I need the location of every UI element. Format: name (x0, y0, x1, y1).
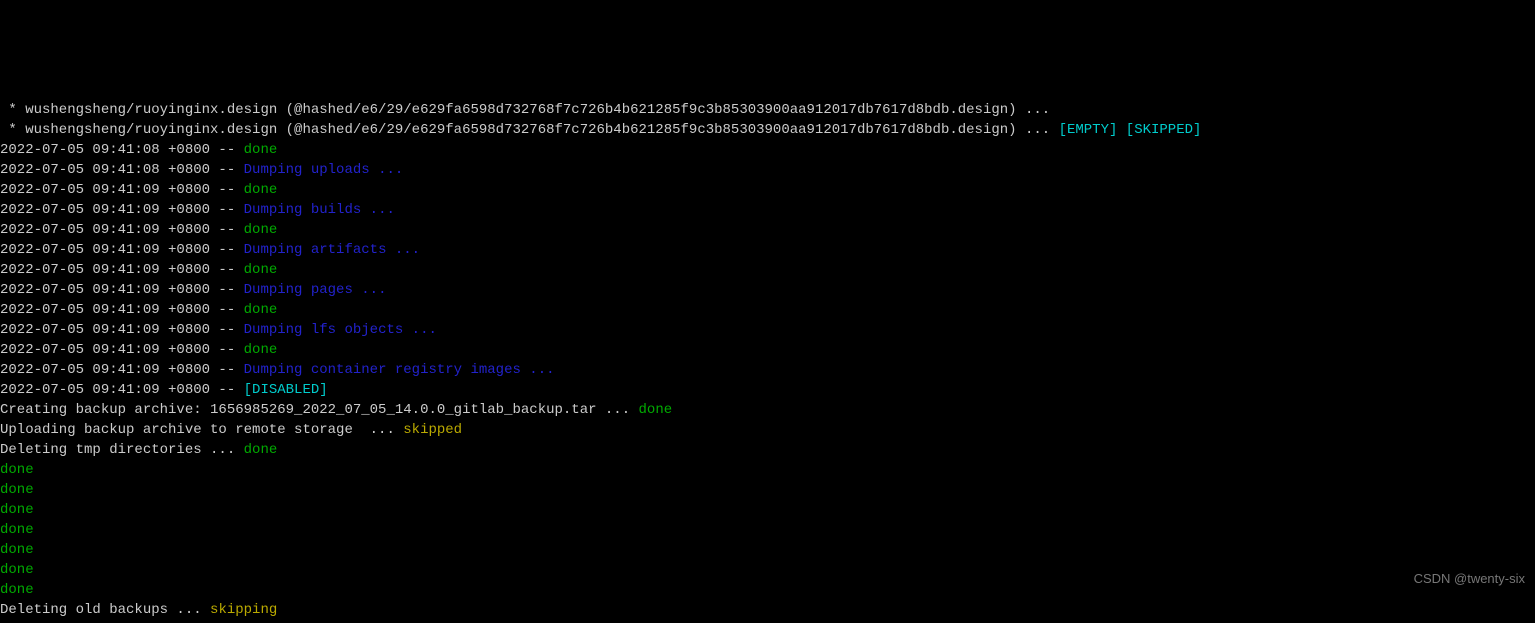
terminal-segment: 2022-07-05 09:41:09 +0800 -- (0, 302, 244, 318)
terminal-line: 2022-07-05 09:41:09 +0800 -- Dumping con… (0, 360, 1535, 380)
terminal-segment: 2022-07-05 09:41:09 +0800 -- (0, 182, 244, 198)
terminal-line: 2022-07-05 09:41:09 +0800 -- Dumping bui… (0, 200, 1535, 220)
terminal-segment: 2022-07-05 09:41:09 +0800 -- (0, 202, 244, 218)
terminal-segment: done (0, 562, 34, 578)
terminal-segment: done (244, 142, 278, 158)
terminal-segment: 2022-07-05 09:41:08 +0800 -- (0, 142, 244, 158)
terminal-line: 2022-07-05 09:41:09 +0800 -- Dumping lfs… (0, 320, 1535, 340)
terminal-segment: Dumping uploads ... (244, 162, 404, 178)
watermark-label: CSDN @twenty-six (1414, 569, 1525, 589)
terminal-line: done (0, 560, 1535, 580)
terminal-segment: 2022-07-05 09:41:09 +0800 -- (0, 242, 244, 258)
terminal-line: done (0, 540, 1535, 560)
terminal-line: done (0, 580, 1535, 600)
terminal-segment: 2022-07-05 09:41:09 +0800 -- (0, 222, 244, 238)
terminal-segment: done (0, 502, 34, 518)
terminal-line: 2022-07-05 09:41:09 +0800 -- Dumping art… (0, 240, 1535, 260)
terminal-segment: skipping (210, 602, 277, 618)
terminal-line: 2022-07-05 09:41:09 +0800 -- [DISABLED] (0, 380, 1535, 400)
terminal-output: * wushengsheng/ruoyinginx.design (@hashe… (0, 100, 1535, 623)
terminal-line: Warning: Your gitlab.rb and gitlab-secre… (0, 620, 1535, 623)
terminal-segment: 2022-07-05 09:41:08 +0800 -- (0, 162, 244, 178)
terminal-segment: 2022-07-05 09:41:09 +0800 -- (0, 382, 244, 398)
terminal-segment: 2022-07-05 09:41:09 +0800 -- (0, 282, 244, 298)
terminal-segment: Dumping artifacts ... (244, 242, 420, 258)
terminal-segment: done (244, 182, 278, 198)
terminal-line: Deleting tmp directories ... done (0, 440, 1535, 460)
terminal-line: done (0, 460, 1535, 480)
terminal-segment: done (0, 482, 34, 498)
terminal-line: 2022-07-05 09:41:09 +0800 -- done (0, 340, 1535, 360)
terminal-line: 2022-07-05 09:41:09 +0800 -- done (0, 180, 1535, 200)
terminal-line: Uploading backup archive to remote stora… (0, 420, 1535, 440)
terminal-segment: Warning: Your gitlab.rb and gitlab-secre… (0, 622, 639, 623)
terminal-segment: Dumping container registry images ... (244, 362, 555, 378)
terminal-line: * wushengsheng/ruoyinginx.design (@hashe… (0, 100, 1535, 120)
terminal-line: 2022-07-05 09:41:09 +0800 -- done (0, 300, 1535, 320)
terminal-segment: Deleting old backups ... (0, 602, 210, 618)
terminal-segment: [DISABLED] (244, 382, 328, 398)
terminal-line: done (0, 500, 1535, 520)
terminal-line: 2022-07-05 09:41:08 +0800 -- Dumping upl… (0, 160, 1535, 180)
terminal-segment: done (244, 442, 278, 458)
terminal-segment: done (244, 302, 278, 318)
terminal-line: 2022-07-05 09:41:09 +0800 -- done (0, 220, 1535, 240)
terminal-line: 2022-07-05 09:41:09 +0800 -- done (0, 260, 1535, 280)
terminal-segment: Deleting tmp directories ... (0, 442, 244, 458)
terminal-segment: Creating backup archive: 1656985269_2022… (0, 402, 639, 418)
terminal-segment: 2022-07-05 09:41:09 +0800 -- (0, 362, 244, 378)
terminal-segment: Uploading backup archive to remote stora… (0, 422, 403, 438)
terminal-segment: [EMPTY] [SKIPPED] (1059, 122, 1202, 138)
terminal-segment: done (244, 342, 278, 358)
terminal-line: Creating backup archive: 1656985269_2022… (0, 400, 1535, 420)
terminal-segment: done (0, 582, 34, 598)
terminal-segment: Dumping builds ... (244, 202, 395, 218)
terminal-line: Deleting old backups ... skipping (0, 600, 1535, 620)
terminal-segment: done (0, 522, 34, 538)
terminal-line: * wushengsheng/ruoyinginx.design (@hashe… (0, 120, 1535, 140)
terminal-line: done (0, 520, 1535, 540)
terminal-segment: 2022-07-05 09:41:09 +0800 -- (0, 322, 244, 338)
terminal-line: 2022-07-05 09:41:09 +0800 -- Dumping pag… (0, 280, 1535, 300)
terminal-segment: Dumping pages ... (244, 282, 387, 298)
terminal-line: 2022-07-05 09:41:08 +0800 -- done (0, 140, 1535, 160)
terminal-segment: * wushengsheng/ruoyinginx.design (@hashe… (0, 122, 1059, 138)
terminal-segment: skipped (403, 422, 462, 438)
terminal-segment: done (639, 402, 673, 418)
terminal-segment: done (244, 222, 278, 238)
terminal-segment: 2022-07-05 09:41:09 +0800 -- (0, 262, 244, 278)
terminal-segment: Dumping lfs objects ... (244, 322, 437, 338)
terminal-segment: done (0, 542, 34, 558)
terminal-segment: done (244, 262, 278, 278)
terminal-segment: done (0, 462, 34, 478)
terminal-segment: * wushengsheng/ruoyinginx.design (@hashe… (0, 102, 1050, 118)
terminal-segment: 2022-07-05 09:41:09 +0800 -- (0, 342, 244, 358)
terminal-line: done (0, 480, 1535, 500)
